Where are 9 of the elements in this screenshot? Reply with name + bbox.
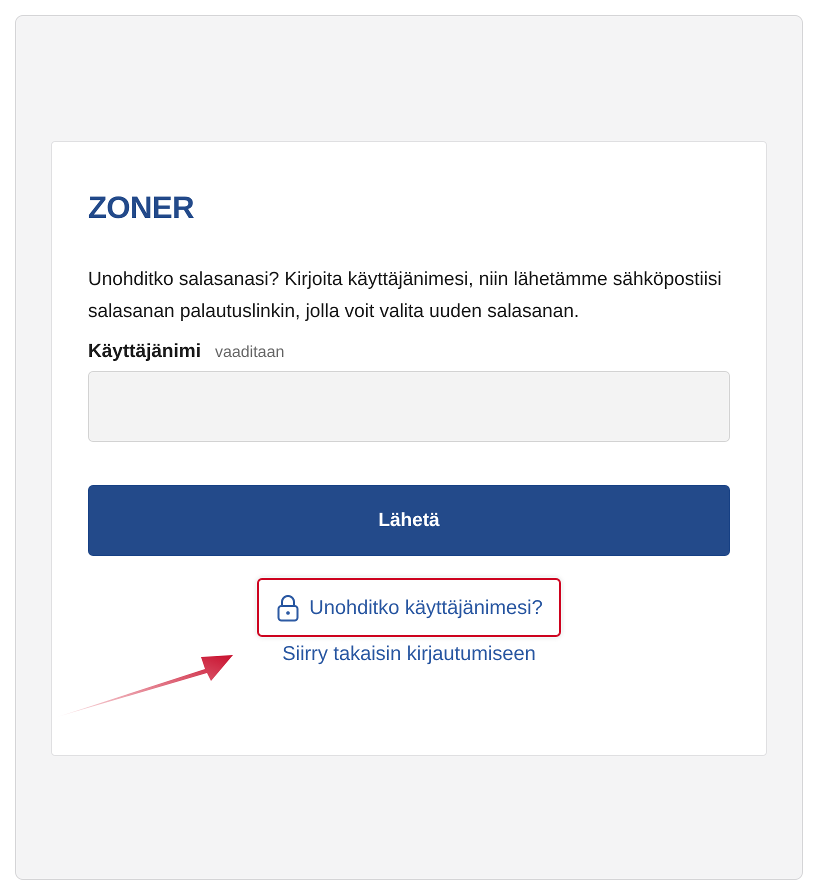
username-input-field[interactable] (88, 371, 730, 442)
lock-icon (277, 594, 300, 622)
zoner-logo: ZONER (88, 192, 194, 224)
instructions-text: Unohditko salasanasi? Kirjoita käyttäjänimesi, niin lähetämme sähköpostiisi salasanan palautuslinkin, jolla voit valita uuden salasanan. (88, 268, 723, 324)
field-label: Käyttäjänimi (88, 341, 201, 363)
submit-button[interactable]: Lähetä (88, 485, 730, 556)
forgot-username-link[interactable]: Unohditko käyttäjänimesi? (277, 594, 543, 622)
back-to-login-link[interactable]: Siirry takaisin kirjautumiseen (282, 643, 536, 666)
required-hint: vaaditaan (214, 344, 284, 362)
